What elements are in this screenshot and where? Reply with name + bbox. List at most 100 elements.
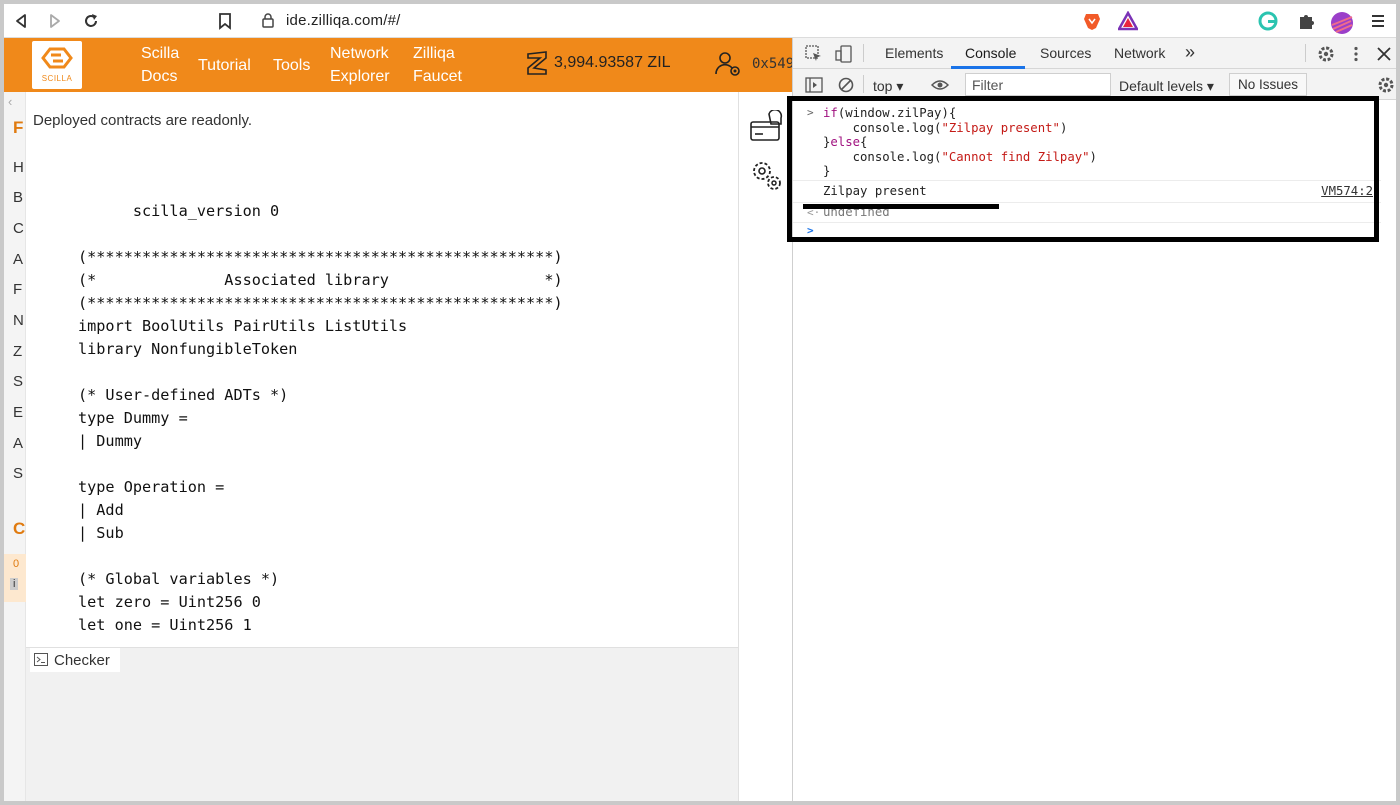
- grammarly-extension[interactable]: [1258, 11, 1278, 31]
- code-line: | Add: [78, 501, 124, 519]
- nav-zilliqa-faucet[interactable]: Zilliqa Faucet: [413, 42, 462, 88]
- log-levels-select[interactable]: Default levels ▾: [1119, 78, 1214, 95]
- brave-icon: [1084, 14, 1100, 30]
- scilla-logo-word: SCILLA: [41, 74, 73, 83]
- balance-text: 3,994.93587 ZIL: [554, 54, 671, 71]
- tab-console[interactable]: Console: [965, 45, 1016, 61]
- sidebar-item[interactable]: B: [13, 189, 23, 206]
- devtools-settings-icon[interactable]: [1317, 45, 1335, 63]
- profile-avatar[interactable]: [1330, 11, 1353, 34]
- browser-toolbar: ide.zilliqa.com/#/: [4, 4, 1396, 38]
- sidebar-item[interactable]: A: [13, 435, 23, 452]
- nav-tools-label: Tools: [273, 57, 311, 74]
- sidebar-item[interactable]: S: [13, 465, 23, 482]
- tab-sources[interactable]: Sources: [1040, 45, 1091, 61]
- reload-button[interactable]: [80, 10, 102, 32]
- address-bar[interactable]: ide.zilliqa.com/#/: [248, 7, 1148, 34]
- code-line: (* User-defined ADTs *): [78, 386, 289, 404]
- console-output[interactable]: > if(window.zilPay){ console.log("Zilpay…: [787, 96, 1396, 801]
- code-line: type Dummy =: [78, 409, 188, 427]
- account-address[interactable]: 0x549: [752, 56, 792, 72]
- zilliqa-icon: [527, 51, 547, 75]
- context-select-value: top: [873, 78, 893, 94]
- code-line: let one = Uint256 1: [78, 616, 252, 634]
- browser-window: ide.zilliqa.com/#/ SCILLA Scilla Docs Tu…: [4, 4, 1396, 801]
- code-line: (***************************************…: [78, 294, 563, 312]
- more-tabs-button[interactable]: »: [1185, 42, 1195, 63]
- forward-button[interactable]: [44, 10, 66, 32]
- nav-tools[interactable]: Tools: [273, 54, 310, 77]
- sidebar-toggle-icon[interactable]: [805, 76, 823, 94]
- console-filter-input[interactable]: Filter: [965, 73, 1111, 96]
- checker-tab-label: Checker: [54, 652, 110, 669]
- right-tool-rail: [738, 92, 792, 801]
- avatar-icon: [1331, 12, 1353, 34]
- inspect-element-icon[interactable]: [805, 45, 823, 63]
- extensions-button[interactable]: [1296, 11, 1316, 31]
- scilla-logo[interactable]: SCILLA: [32, 41, 82, 89]
- issues-button[interactable]: No Issues: [1229, 73, 1307, 96]
- rewards-triangle-icon: [1116, 10, 1140, 31]
- code-editor[interactable]: Deployed contracts are readonly. scilla_…: [26, 92, 738, 647]
- code-line: scilla_version 0: [78, 202, 280, 220]
- annotation-highlight-box: [787, 96, 1379, 242]
- nav-network-explorer[interactable]: Network Explorer: [330, 42, 390, 88]
- bookmark-icon: [219, 13, 231, 30]
- puzzle-icon: [1300, 15, 1314, 29]
- nav-scilla-docs-line2: Docs: [141, 68, 178, 85]
- code-line: library NonfungibleToken: [78, 340, 298, 358]
- back-button[interactable]: [10, 10, 32, 32]
- nav-tutorial[interactable]: Tutorial: [198, 54, 251, 77]
- sidebar-item[interactable]: S: [13, 373, 23, 390]
- code-line: | Sub: [78, 524, 124, 542]
- bookmark-button[interactable]: [214, 10, 236, 32]
- sidebar-section-heading: C: [13, 519, 26, 538]
- sidebar-item[interactable]: Z: [13, 343, 22, 360]
- device-toggle-icon[interactable]: [835, 45, 853, 63]
- settings-gears-icon[interactable]: [749, 158, 785, 194]
- brave-shield-button[interactable]: [1082, 11, 1102, 31]
- lock-icon: [262, 13, 274, 28]
- devtools-panel: Elements Console Sources Network » top ▾…: [787, 38, 1396, 801]
- tab-network[interactable]: Network: [1114, 45, 1165, 61]
- sidebar-item[interactable]: A: [13, 251, 23, 268]
- browser-menu-button[interactable]: [1368, 11, 1388, 31]
- nav-scilla-docs-line1: Scilla: [141, 45, 180, 62]
- clear-console-icon[interactable]: [837, 76, 855, 94]
- sidebar-highlight[interactable]: 0 i: [4, 554, 26, 602]
- brave-rewards-button[interactable]: [1116, 10, 1140, 31]
- context-select[interactable]: top ▾: [873, 78, 903, 95]
- nav-scilla-docs[interactable]: Scilla Docs: [141, 42, 179, 88]
- code-line: (* Global variables *): [78, 570, 280, 588]
- forward-icon: [50, 14, 60, 28]
- nav-tutorial-label: Tutorial: [198, 57, 251, 74]
- sidebar-item[interactable]: H: [13, 159, 24, 176]
- scilla-ide: SCILLA Scilla Docs Tutorial Tools Networ…: [4, 38, 792, 801]
- devtools-close-icon[interactable]: [1375, 45, 1393, 63]
- sidebar-item[interactable]: F: [13, 281, 22, 298]
- checker-tab[interactable]: Checker: [30, 648, 120, 672]
- toolbar-divider: [863, 75, 864, 93]
- sidebar-item[interactable]: N: [13, 312, 24, 329]
- account-settings-icon[interactable]: [714, 50, 742, 78]
- sidebar-item[interactable]: C: [13, 220, 24, 237]
- wallet-notification-icon[interactable]: [749, 110, 785, 146]
- scilla-logo-icon: [41, 47, 73, 69]
- sidebar-item[interactable]: E: [13, 404, 23, 421]
- nav-zilliqa-faucet-line1: Zilliqa: [413, 45, 455, 62]
- live-expression-eye-icon[interactable]: [931, 76, 949, 94]
- tab-elements[interactable]: Elements: [885, 45, 943, 61]
- code-line: (* Associated library *): [78, 271, 563, 289]
- sidebar-chevron-icon[interactable]: ‹: [8, 94, 12, 109]
- nav-network-explorer-line2: Explorer: [330, 68, 390, 85]
- terminal-icon: [34, 653, 48, 666]
- devtools-tabbar: Elements Console Sources Network »: [793, 38, 1396, 69]
- contract-code: scilla_version 0 (**********************…: [78, 200, 563, 637]
- menu-icon: [1372, 15, 1384, 27]
- devtools-more-icon[interactable]: [1347, 45, 1365, 63]
- console-settings-icon[interactable]: [1377, 76, 1395, 94]
- code-line: import BoolUtils PairUtils ListUtils: [78, 317, 408, 335]
- sidebar-small-badge: i: [10, 578, 19, 590]
